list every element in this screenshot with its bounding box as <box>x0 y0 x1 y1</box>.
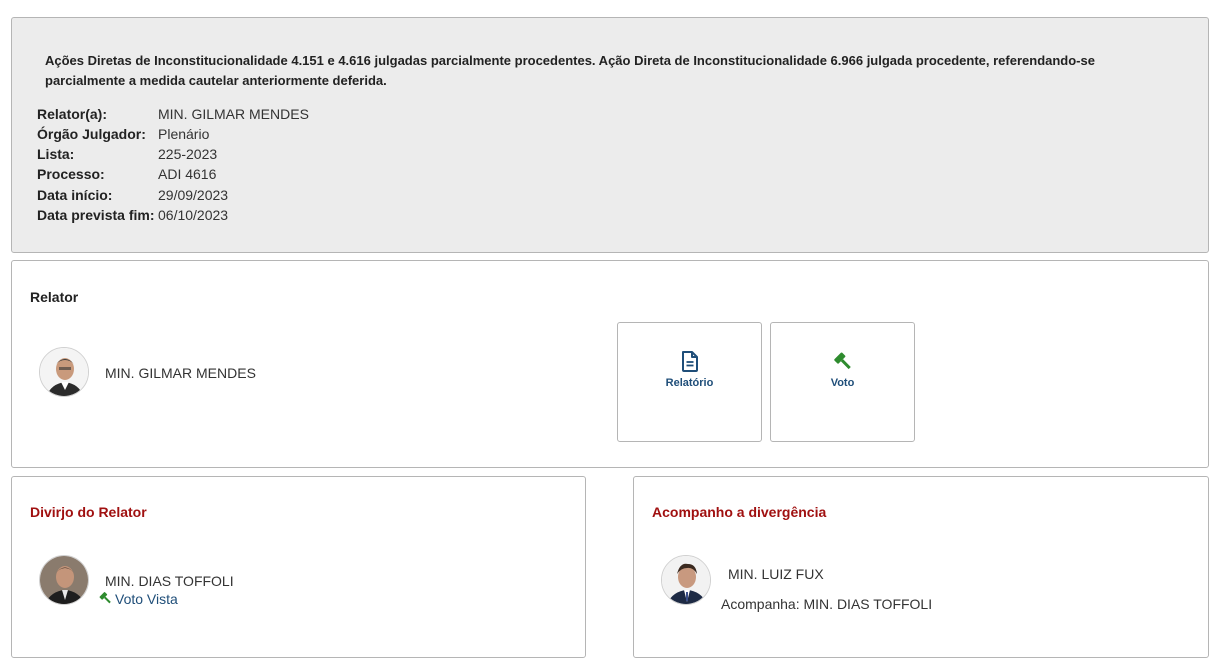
meta-label: Processo: <box>37 164 159 184</box>
decision-summary: Ações Diretas de Inconstitucionalidade 4… <box>45 51 1145 91</box>
meta-value: ADI 4616 <box>158 164 216 184</box>
relator-section-title: Relator <box>30 289 78 305</box>
meta-label: Data prevista fim: <box>37 205 159 225</box>
divirjo-minister-name: MIN. DIAS TOFFOLI <box>105 573 234 589</box>
meta-value: 06/10/2023 <box>158 205 228 225</box>
summary-panel: Ações Diretas de Inconstitucionalidade 4… <box>11 17 1209 253</box>
voto-vista-label: Voto Vista <box>115 591 178 607</box>
acompanha-text: Acompanha: MIN. DIAS TOFFOLI <box>721 596 932 612</box>
acompanho-section-title: Acompanho a divergência <box>652 504 826 520</box>
avatar <box>661 555 711 605</box>
meta-label: Órgão Julgador: <box>37 124 159 144</box>
meta-value: 29/09/2023 <box>158 185 228 205</box>
document-icon <box>618 351 761 373</box>
relator-panel: Relator MIN. GILMAR MENDES Relatório <box>11 260 1209 468</box>
divirjo-section-title: Divirjo do Relator <box>30 504 147 520</box>
meta-value: MIN. GILMAR MENDES <box>158 104 309 124</box>
gavel-icon <box>771 351 914 373</box>
acompanho-panel: Acompanho a divergência MIN. LUIZ FUX Ac… <box>633 476 1209 658</box>
meta-value: Plenário <box>158 124 209 144</box>
voto-button[interactable]: Voto <box>770 322 915 442</box>
avatar <box>39 555 89 605</box>
divirjo-panel: Divirjo do Relator MIN. DIAS TOFFOLI Vot… <box>11 476 586 658</box>
relatorio-button[interactable]: Relatório <box>617 322 762 442</box>
meta-value: 225-2023 <box>158 144 217 164</box>
acompanho-minister-name: MIN. LUIZ FUX <box>728 566 824 582</box>
meta-label: Relator(a): <box>37 104 159 124</box>
meta-label: Lista: <box>37 144 159 164</box>
gavel-icon <box>98 591 113 609</box>
relatorio-label: Relatório <box>618 377 761 389</box>
meta-label: Data início: <box>37 185 159 205</box>
voto-label: Voto <box>771 377 914 389</box>
voto-vista-link[interactable]: Voto Vista <box>98 591 178 609</box>
relator-minister-name: MIN. GILMAR MENDES <box>105 365 256 381</box>
avatar <box>39 347 89 397</box>
